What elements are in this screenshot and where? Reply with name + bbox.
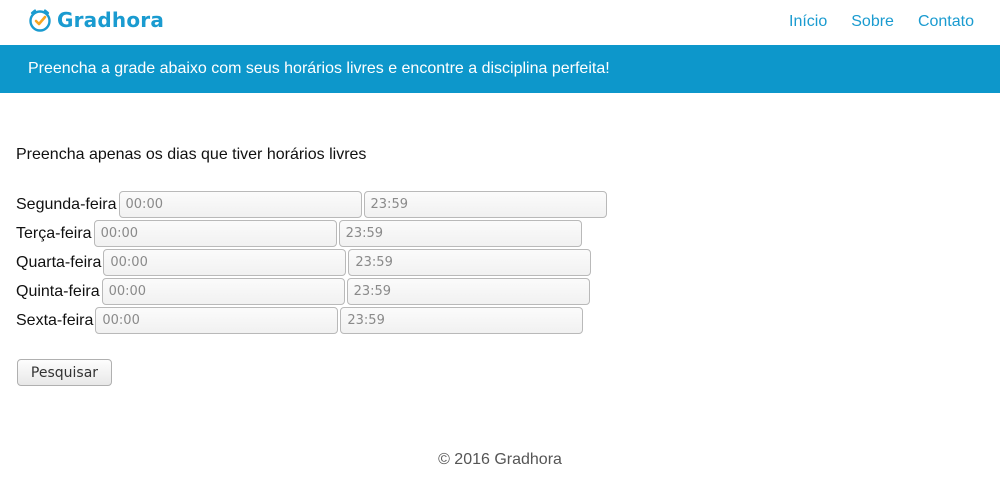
day-label: Quarta-feira	[16, 253, 102, 271]
end-time-input[interactable]	[346, 278, 590, 305]
day-label: Terça-feira	[16, 224, 92, 242]
nav-link-inicio[interactable]: Início	[789, 13, 827, 31]
hero-banner: Preencha a grade abaixo com seus horário…	[0, 45, 1000, 93]
end-time-input[interactable]	[363, 191, 607, 218]
day-label: Segunda-feira	[16, 195, 117, 213]
day-row-quinta: Quinta-feira	[16, 277, 609, 306]
day-label: Quinta-feira	[16, 282, 100, 300]
end-time-input[interactable]	[338, 220, 582, 247]
end-time-input[interactable]	[348, 249, 592, 276]
search-button[interactable]: Pesquisar	[17, 359, 112, 386]
schedule-form: Segunda-feira Terça-feira Quarta-feira Q…	[16, 190, 609, 335]
day-row-quarta: Quarta-feira	[16, 248, 609, 277]
day-label: Sexta-feira	[16, 311, 94, 329]
start-time-input[interactable]	[93, 220, 337, 247]
start-time-input[interactable]	[118, 191, 362, 218]
brand-logo-link[interactable]: Gradhora	[28, 8, 164, 32]
clock-check-icon	[28, 8, 52, 32]
form-instructions: Preencha apenas os dias que tiver horári…	[16, 146, 367, 163]
start-time-input[interactable]	[101, 278, 345, 305]
nav-link-contato[interactable]: Contato	[918, 13, 974, 31]
start-time-input[interactable]	[95, 307, 339, 334]
start-time-input[interactable]	[103, 249, 347, 276]
day-row-segunda: Segunda-feira	[16, 190, 609, 219]
day-row-terca: Terça-feira	[16, 219, 609, 248]
top-nav: Início Sobre Contato	[789, 13, 974, 31]
brand-name: Gradhora	[57, 8, 165, 32]
end-time-input[interactable]	[340, 307, 584, 334]
navbar: Gradhora Início Sobre Contato	[0, 0, 1000, 45]
nav-link-sobre[interactable]: Sobre	[851, 13, 894, 31]
footer-copyright: © 2016 Gradhora	[438, 451, 562, 468]
day-row-sexta: Sexta-feira	[16, 306, 609, 335]
